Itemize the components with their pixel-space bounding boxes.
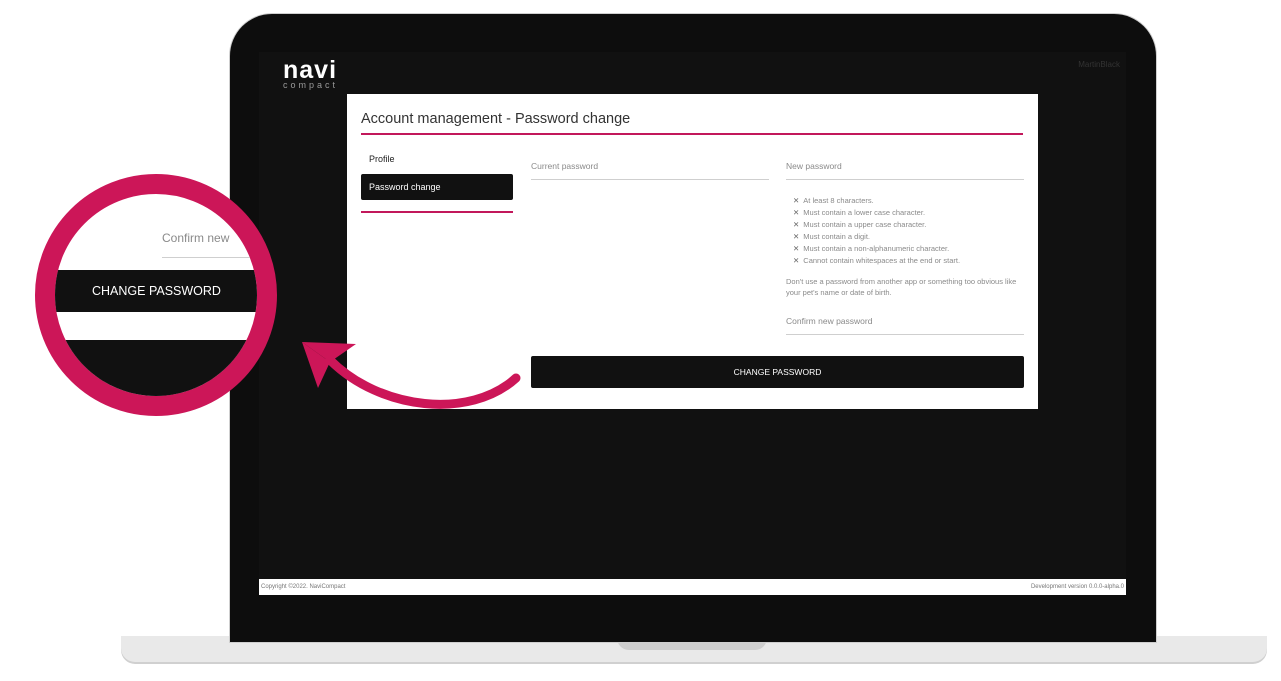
cross-icon: ✕ — [793, 244, 800, 253]
new-password-underline — [786, 179, 1024, 180]
navi-logo[interactable]: navi compact — [283, 56, 339, 91]
account-card: Account management - Password change Pro… — [347, 94, 1038, 409]
zoom-change-password-button: CHANGE PASSWORD — [55, 270, 257, 312]
logo-main: navi — [283, 56, 338, 84]
rule-item: ✕ Must contain a lower case character. — [793, 208, 926, 217]
rule-item: ✕ Must contain a non-alphanumeric charact… — [793, 244, 950, 253]
version-text: Development version 0.0.0-alpha.0 — [1030, 584, 1124, 590]
cross-icon: ✕ — [793, 232, 800, 241]
current-password-underline — [531, 179, 769, 180]
rule-item: ✕ Cannot contain whitespaces at the end o… — [793, 256, 961, 265]
zoom-confirm-label: Confirm new — [162, 231, 230, 245]
rule-item: ✕ Must contain a upper case character. — [793, 220, 927, 229]
page-title: Account management - Password change — [361, 111, 631, 127]
rule-item: ✕ At least 8 characters. — [793, 196, 874, 205]
copyright-text: Copyright ©2022. NaviCompact — [261, 584, 346, 590]
logo-subtitle: compact — [283, 80, 339, 90]
cross-icon: ✕ — [793, 256, 800, 265]
footer: Copyright ©2022. NaviCompact Development… — [259, 579, 1126, 595]
nav-item-profile[interactable]: Profile — [369, 154, 395, 164]
app-screen: navi compact MartinBlack Account managem… — [259, 52, 1126, 595]
nav-underline — [361, 211, 513, 213]
rule-item: ✕ Must contain a digit. — [793, 232, 870, 241]
zoom-field-underline — [162, 257, 257, 258]
title-underline — [361, 133, 1023, 135]
password-hint: Don't use a password from another app or… — [786, 277, 1017, 297]
cross-icon: ✕ — [793, 220, 800, 229]
confirm-password-input[interactable]: Confirm new password — [786, 316, 872, 326]
confirm-password-underline — [786, 334, 1024, 335]
cross-icon: ✕ — [793, 196, 800, 205]
new-password-input[interactable]: New password — [786, 161, 842, 171]
change-password-button[interactable]: CHANGE PASSWORD — [531, 356, 1024, 388]
password-rules: ✕ At least 8 characters. ✕ Must contain a … — [793, 195, 960, 267]
user-menu[interactable]: MartinBlack — [1078, 60, 1120, 69]
cross-icon: ✕ — [793, 208, 800, 217]
nav-item-password-change[interactable]: Password change — [361, 174, 513, 200]
current-password-input[interactable]: Current password — [531, 161, 598, 171]
zoom-callout: Confirm new CHANGE PASSWORD — [35, 174, 277, 416]
